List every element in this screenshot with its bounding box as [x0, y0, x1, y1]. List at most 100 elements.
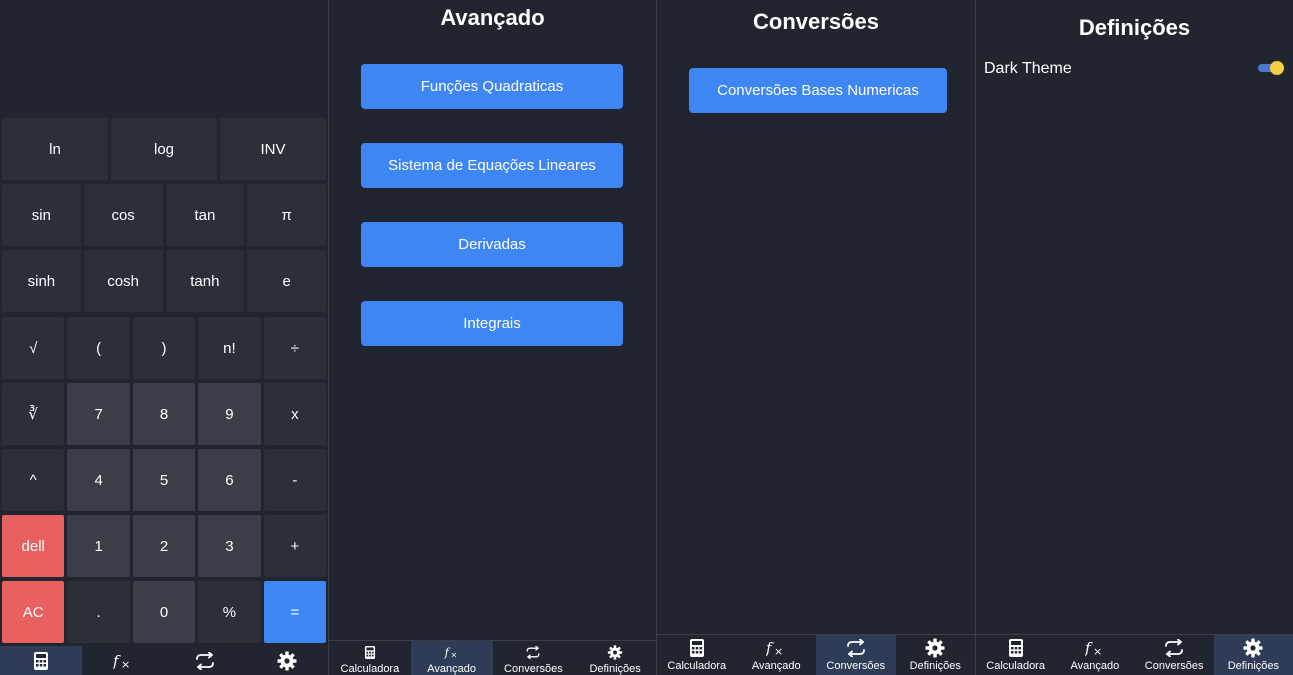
- key-close-paren[interactable]: ): [132, 317, 196, 379]
- nav-settings[interactable]: Definições: [1213, 635, 1293, 675]
- conversions-panel: Conversões Conversões Bases Numericas Ca…: [657, 0, 975, 675]
- gear-icon: [1243, 638, 1263, 658]
- bottom-nav: Calculadora f × Avançado Conversões Defin…: [657, 634, 975, 675]
- nav-advanced-label: Avançado: [1070, 660, 1120, 672]
- nav-advanced[interactable]: f × Avançado: [410, 641, 493, 675]
- nav-calculator-label: Calculadora: [986, 660, 1045, 672]
- gear-icon: [277, 651, 297, 670]
- linear-equations-button[interactable]: Sistema de Equações Lineares: [361, 143, 623, 188]
- nav-advanced[interactable]: f ×: [82, 646, 164, 675]
- key-0[interactable]: 0: [132, 581, 196, 643]
- nav-conversions[interactable]: Conversões: [493, 641, 575, 675]
- key-sin[interactable]: sin: [2, 184, 81, 246]
- key-tan[interactable]: tan: [165, 184, 245, 246]
- key-cbrt[interactable]: ∛: [2, 383, 65, 445]
- key-divide[interactable]: ÷: [263, 317, 327, 379]
- keypad-row-2: sin cos tan π: [0, 184, 328, 246]
- key-percent[interactable]: %: [198, 581, 261, 643]
- page-title: Avançado: [440, 5, 545, 30]
- nav-settings-label: Definições: [1227, 660, 1280, 672]
- nav-settings[interactable]: Definições: [896, 635, 976, 675]
- function-fx-icon: f ×: [766, 639, 783, 657]
- key-log[interactable]: log: [111, 118, 217, 180]
- key-cos[interactable]: cos: [83, 184, 163, 246]
- key-sqrt[interactable]: √: [2, 317, 65, 379]
- keypad-row-3: sinh cosh tanh e: [0, 250, 328, 312]
- svg-text:f: f: [766, 639, 774, 657]
- keypad-row-8: AC . 0 % =: [0, 581, 328, 643]
- gear-icon: [925, 638, 945, 658]
- settings-panel: Definições Dark Theme Calculadora f × Ava…: [976, 0, 1293, 675]
- nav-conversions-label: Conversões: [1144, 660, 1204, 672]
- page-title: Conversões: [753, 9, 879, 34]
- key-sinh[interactable]: sinh: [2, 250, 81, 312]
- key-multiply[interactable]: x: [263, 383, 327, 445]
- key-2[interactable]: 2: [132, 515, 196, 577]
- svg-text:f: f: [443, 646, 450, 659]
- nav-advanced[interactable]: f × Avançado: [737, 635, 817, 675]
- svg-text:×: ×: [774, 645, 783, 657]
- nav-settings[interactable]: [246, 646, 328, 675]
- key-5[interactable]: 5: [132, 449, 196, 511]
- swap-arrows-icon: [1165, 639, 1184, 657]
- nav-settings[interactable]: Definições: [574, 641, 656, 675]
- calculator-panel: ln log INV sin cos tan π sinh cosh tanh …: [0, 0, 328, 675]
- nav-settings-label: Definições: [909, 660, 961, 672]
- nav-calculator[interactable]: Calculadora: [329, 641, 411, 675]
- key-ln[interactable]: ln: [2, 118, 108, 180]
- key-7[interactable]: 7: [67, 383, 130, 445]
- key-6[interactable]: 6: [198, 449, 261, 511]
- key-pi[interactable]: π: [247, 184, 326, 246]
- nav-calculator[interactable]: Calculadora: [976, 635, 1055, 675]
- keypad-row-5: ∛ 7 8 9 x: [0, 383, 328, 445]
- svg-text:f: f: [113, 652, 121, 670]
- key-inv[interactable]: INV: [220, 118, 326, 180]
- nav-calculator-label: Calculadora: [340, 663, 400, 675]
- integrals-button[interactable]: Integrais: [361, 301, 623, 346]
- nav-conversions-label: Conversões: [504, 663, 563, 675]
- nav-conversions[interactable]: [164, 646, 246, 675]
- calculator-icon: [1008, 639, 1023, 657]
- keypad-row-4: √ ( ) n! ÷: [0, 317, 328, 379]
- nav-conversions[interactable]: Conversões: [1135, 635, 1214, 675]
- bottom-nav: f ×: [0, 646, 328, 675]
- bottom-nav: Calculadora f × Avançado Conversões Defin…: [329, 640, 656, 675]
- key-plus[interactable]: +: [263, 515, 327, 577]
- key-3[interactable]: 3: [198, 515, 261, 577]
- nav-conversions-label: Conversões: [826, 660, 886, 672]
- key-factorial[interactable]: n!: [198, 317, 261, 379]
- number-bases-conversion-button[interactable]: Conversões Bases Numericas: [689, 68, 947, 113]
- key-4[interactable]: 4: [67, 449, 130, 511]
- svg-text:×: ×: [450, 651, 457, 659]
- quadratic-functions-button[interactable]: Funções Quadraticas: [361, 64, 623, 109]
- keypad-row-6: ^ 4 5 6 -: [0, 449, 328, 511]
- function-fx-icon: f ×: [443, 646, 457, 659]
- svg-text:×: ×: [121, 658, 130, 670]
- dark-theme-toggle[interactable]: [1258, 61, 1284, 75]
- bottom-nav: Calculadora f × Avançado Conversões Defin…: [976, 634, 1293, 675]
- key-equals[interactable]: =: [263, 581, 327, 643]
- key-delete[interactable]: dell: [2, 515, 65, 577]
- nav-calculator[interactable]: [0, 646, 82, 675]
- swap-arrows-icon: [196, 651, 214, 670]
- derivatives-button[interactable]: Derivadas: [361, 222, 623, 267]
- key-1[interactable]: 1: [67, 515, 130, 577]
- key-8[interactable]: 8: [132, 383, 196, 445]
- nav-calculator[interactable]: Calculadora: [657, 635, 737, 675]
- key-all-clear[interactable]: AC: [2, 581, 65, 643]
- key-minus[interactable]: -: [263, 449, 327, 511]
- keypad-row-7: dell 1 2 3 +: [0, 515, 328, 577]
- key-power[interactable]: ^: [2, 449, 65, 511]
- key-decimal[interactable]: .: [67, 581, 130, 643]
- svg-text:f: f: [1085, 639, 1093, 657]
- key-e[interactable]: e: [247, 250, 326, 312]
- nav-advanced[interactable]: f × Avançado: [1055, 635, 1134, 675]
- swap-arrows-icon: [526, 646, 540, 659]
- nav-conversions[interactable]: Conversões: [816, 635, 896, 675]
- key-9[interactable]: 9: [198, 383, 261, 445]
- calculator-icon: [34, 651, 48, 670]
- key-cosh[interactable]: cosh: [83, 250, 163, 312]
- nav-advanced-label: Avançado: [751, 660, 801, 672]
- key-open-paren[interactable]: (: [67, 317, 130, 379]
- key-tanh[interactable]: tanh: [165, 250, 245, 312]
